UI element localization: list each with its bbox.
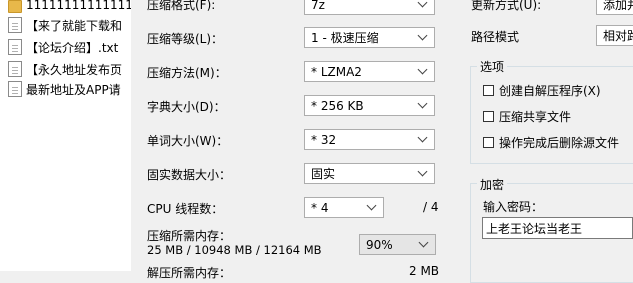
checkbox-box: [483, 85, 494, 96]
document-icon: [8, 61, 22, 77]
delete-checkbox[interactable]: 操作完成后删除源文件: [483, 134, 619, 151]
sfx-label: 创建自解压程序(X): [499, 84, 601, 98]
list-item[interactable]: 11111111111111: [8, 0, 131, 15]
path-value: 相对路: [603, 29, 633, 43]
file-name: 【来了就能下载和: [26, 18, 123, 33]
level-select[interactable]: 1 - 极速压缩: [304, 27, 435, 48]
level-label: 压缩等级(L)：: [147, 32, 224, 46]
file-name: 【永久地址发布页: [26, 62, 123, 77]
decomp-value: 2 MB: [409, 264, 440, 278]
solid-label: 固实数据大小：: [147, 168, 232, 182]
threads-value: * 4: [311, 200, 329, 215]
decomp-label: 解压所需内存：: [147, 266, 232, 280]
mem-percent-select[interactable]: 90%: [359, 234, 436, 255]
list-item[interactable]: 【论坛介绍】.txt: [8, 37, 118, 57]
mem-value: 25 MB / 10948 MB / 12164 MB: [147, 243, 322, 257]
update-select[interactable]: 添加并: [596, 0, 633, 15]
password-input[interactable]: 上老王论坛当老王: [482, 217, 633, 239]
document-icon: [8, 17, 22, 33]
path-select[interactable]: 相对路: [596, 25, 633, 46]
document-icon: [8, 39, 22, 55]
update-value: 添加并: [603, 0, 633, 12]
method-label: 压缩方法(M)：: [147, 66, 227, 80]
solid-value: 固实: [311, 167, 336, 181]
word-value: * 32: [311, 132, 337, 147]
word-select[interactable]: * 32: [304, 129, 435, 150]
file-name: 最新地址及APP请: [26, 82, 121, 97]
chevron-down-icon: [417, 0, 428, 8]
options-title: 选项: [477, 58, 508, 75]
file-name: 【论坛介绍】.txt: [26, 40, 119, 55]
solid-select[interactable]: 固实: [304, 163, 435, 184]
chevron-down-icon: [417, 64, 428, 75]
format-value: 7z: [311, 0, 325, 12]
password-label: 输入密码：: [483, 200, 544, 214]
chevron-down-icon: [366, 200, 377, 211]
chevron-down-icon: [417, 166, 428, 177]
threads-select[interactable]: * 4: [304, 197, 384, 218]
list-item[interactable]: 【永久地址发布页: [8, 59, 122, 79]
level-value: 1 - 极速压缩: [311, 31, 379, 45]
format-select[interactable]: 7z: [304, 0, 435, 15]
mem-label: 压缩所需内存：: [147, 229, 232, 243]
dict-value: * 256 KB: [311, 98, 364, 113]
folder-icon: [8, 0, 22, 13]
chevron-down-icon: [417, 30, 428, 41]
encrypt-title: 加密: [477, 176, 508, 193]
word-label: 单词大小(W)：: [147, 134, 229, 148]
format-label: 压缩格式(F):: [147, 0, 216, 12]
shared-label: 压缩共享文件: [499, 110, 572, 124]
file-name: 11111111111111: [26, 0, 131, 12]
dict-select[interactable]: * 256 KB: [304, 95, 435, 116]
update-label: 更新方式(U):: [471, 0, 542, 12]
chevron-down-icon: [417, 98, 428, 109]
checkbox-box: [483, 137, 494, 148]
compression-dialog: 压缩格式(F): 7z 压缩等级(L)： 1 - 极速压缩 压缩方法(M)： *…: [131, 0, 633, 283]
password-value: 上老王论坛当老王: [486, 221, 583, 236]
chevron-down-icon: [418, 237, 429, 248]
dict-label: 字典大小(D)：: [147, 100, 226, 114]
chevron-down-icon: [417, 132, 428, 143]
method-value: * LZMA2: [311, 64, 362, 79]
file-list: 11111111111111 【来了就能下载和 【论坛介绍】.txt 【永久地址…: [0, 0, 131, 271]
list-item[interactable]: 【来了就能下载和: [8, 15, 122, 35]
delete-label: 操作完成后删除源文件: [499, 136, 620, 150]
checkbox-box: [483, 111, 494, 122]
list-item[interactable]: 最新地址及APP请: [8, 79, 121, 99]
method-select[interactable]: * LZMA2: [304, 61, 435, 82]
path-label: 路径模式: [471, 30, 520, 44]
mem-percent-value: 90%: [366, 237, 393, 252]
shared-checkbox[interactable]: 压缩共享文件: [483, 108, 571, 125]
threads-max: / 4: [423, 200, 439, 214]
threads-label: CPU 线程数：: [147, 202, 224, 216]
document-icon: [8, 81, 22, 97]
sfx-checkbox[interactable]: 创建自解压程序(X): [483, 82, 601, 99]
